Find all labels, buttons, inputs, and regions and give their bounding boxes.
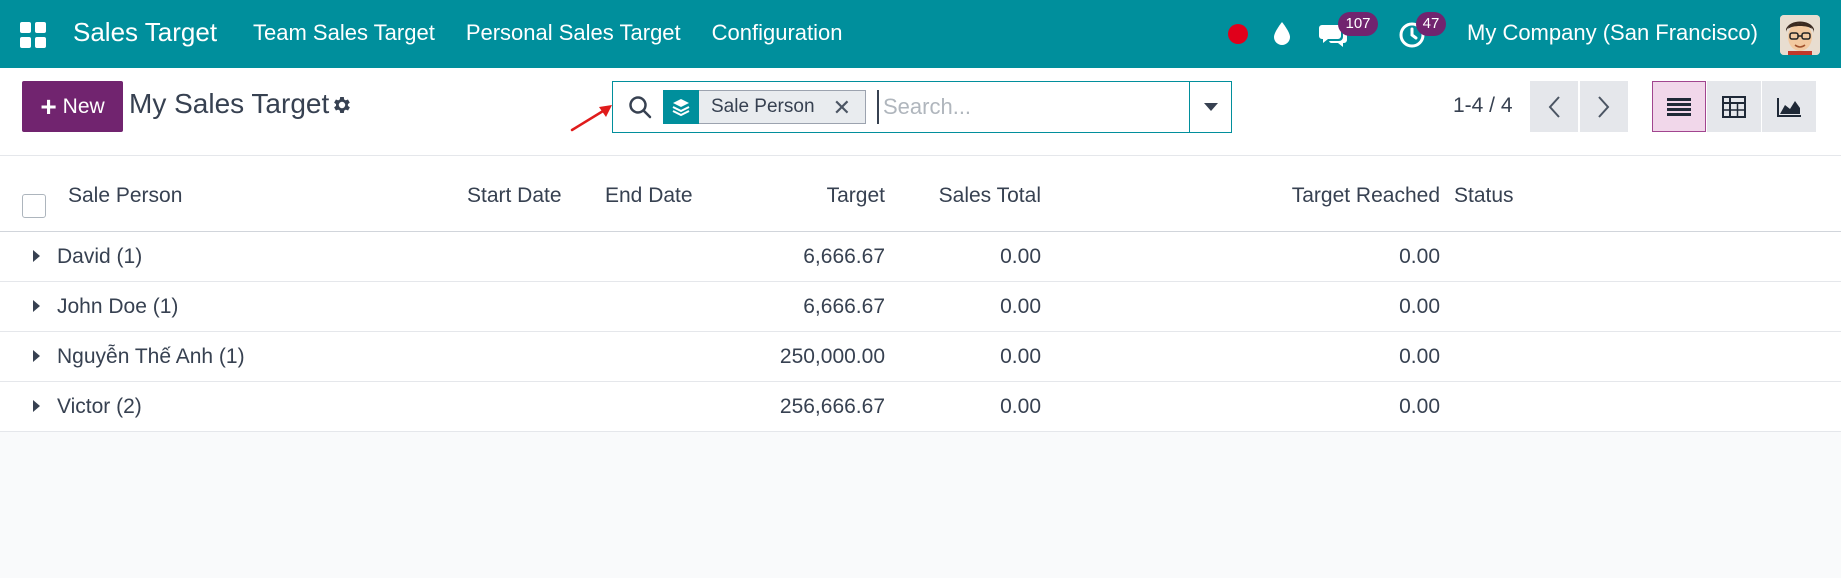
list-icon (1667, 97, 1691, 116)
table-row-group[interactable]: Victor (2) 256,666.67 0.00 0.00 (0, 382, 1841, 432)
group-target-reached: 0.00 (1399, 245, 1440, 268)
group-name: Victor (2) (57, 395, 142, 418)
user-avatar-icon (1780, 15, 1820, 55)
drop-icon[interactable] (1271, 20, 1293, 46)
column-header-end-date[interactable]: End Date (605, 184, 693, 208)
search-bar: Sale Person ✕ (612, 81, 1232, 133)
menu-configuration[interactable]: Configuration (712, 20, 843, 46)
control-panel: + New My Sales Target Sale Person ✕ 1 (0, 68, 1841, 156)
pivot-view-button[interactable] (1707, 81, 1761, 132)
record-indicator-icon[interactable] (1228, 24, 1248, 44)
apps-menu-icon[interactable] (20, 22, 46, 48)
group-name: John Doe (1) (57, 295, 179, 318)
graph-view-button[interactable] (1762, 81, 1816, 132)
caret-right-icon (33, 400, 40, 412)
layers-icon (663, 89, 699, 124)
plus-icon: + (40, 90, 57, 122)
annotation-arrow-icon (570, 105, 612, 132)
chat-count-badge: 107 (1338, 12, 1378, 36)
group-target: 256,666.67 (779, 395, 885, 418)
facet-label: Sale Person (711, 96, 815, 117)
group-name: David (1) (57, 245, 143, 268)
page-title: My Sales Target (129, 88, 330, 119)
column-header-sales-total[interactable]: Sales Total (939, 184, 1041, 208)
group-name: Nguyễn Thế Anh (1) (57, 345, 245, 368)
search-input[interactable] (877, 90, 1177, 124)
activity-count-badge: 47 (1416, 12, 1446, 36)
search-facet-group-by: Sale Person ✕ (663, 89, 866, 124)
gear-icon[interactable] (331, 94, 353, 116)
search-icon[interactable] (627, 94, 653, 120)
group-sales-total: 0.00 (1000, 295, 1041, 318)
top-navbar: Sales Target Team Sales Target Personal … (0, 0, 1841, 68)
main-menu: Team Sales Target Personal Sales Target … (253, 20, 874, 46)
menu-team-sales-target[interactable]: Team Sales Target (253, 20, 435, 46)
group-target: 6,666.67 (803, 295, 885, 318)
group-target-reached: 0.00 (1399, 345, 1440, 368)
pager-next-button[interactable] (1580, 81, 1628, 132)
new-button-label: New (62, 94, 105, 118)
column-header-status[interactable]: Status (1454, 184, 1514, 208)
list-table: Sale Person Start Date End Date Target S… (0, 156, 1841, 432)
group-target-reached: 0.00 (1399, 295, 1440, 318)
menu-personal-sales-target[interactable]: Personal Sales Target (466, 20, 681, 46)
chevron-right-icon (1598, 95, 1610, 118)
close-icon[interactable]: ✕ (833, 97, 851, 119)
list-view-button[interactable] (1652, 81, 1706, 132)
column-header-start-date[interactable]: Start Date (467, 184, 562, 208)
table-header: Sale Person Start Date End Date Target S… (0, 156, 1841, 232)
caret-right-icon (33, 300, 40, 312)
app-title[interactable]: Sales Target (73, 17, 217, 48)
select-all-checkbox[interactable] (22, 194, 46, 218)
caret-right-icon (33, 350, 40, 362)
group-sales-total: 0.00 (1000, 395, 1041, 418)
group-sales-total: 0.00 (1000, 245, 1041, 268)
chevron-down-icon (1203, 103, 1218, 111)
group-sales-total: 0.00 (1000, 345, 1041, 368)
user-avatar[interactable] (1780, 15, 1820, 55)
pivot-table-icon (1722, 95, 1746, 118)
company-switcher[interactable]: My Company (San Francisco) (1467, 20, 1758, 46)
table-row-group[interactable]: David (1) 6,666.67 0.00 0.00 (0, 232, 1841, 282)
group-target: 250,000.00 (779, 345, 885, 368)
caret-right-icon (33, 250, 40, 262)
new-button[interactable]: + New (22, 81, 123, 132)
pager-previous-button[interactable] (1530, 81, 1578, 132)
table-row-group[interactable]: Nguyễn Thế Anh (1) 250,000.00 0.00 0.00 (0, 332, 1841, 382)
column-header-target[interactable]: Target (827, 184, 885, 208)
column-header-sale-person[interactable]: Sale Person (68, 184, 182, 208)
chevron-left-icon (1548, 95, 1560, 118)
search-options-toggle[interactable] (1189, 82, 1231, 132)
group-target: 6,666.67 (803, 245, 885, 268)
area-chart-icon (1777, 97, 1801, 117)
table-row-group[interactable]: John Doe (1) 6,666.67 0.00 0.00 (0, 282, 1841, 332)
pager-value[interactable]: 1-4 / 4 (1453, 94, 1513, 118)
group-target-reached: 0.00 (1399, 395, 1440, 418)
column-header-target-reached[interactable]: Target Reached (1292, 184, 1440, 208)
